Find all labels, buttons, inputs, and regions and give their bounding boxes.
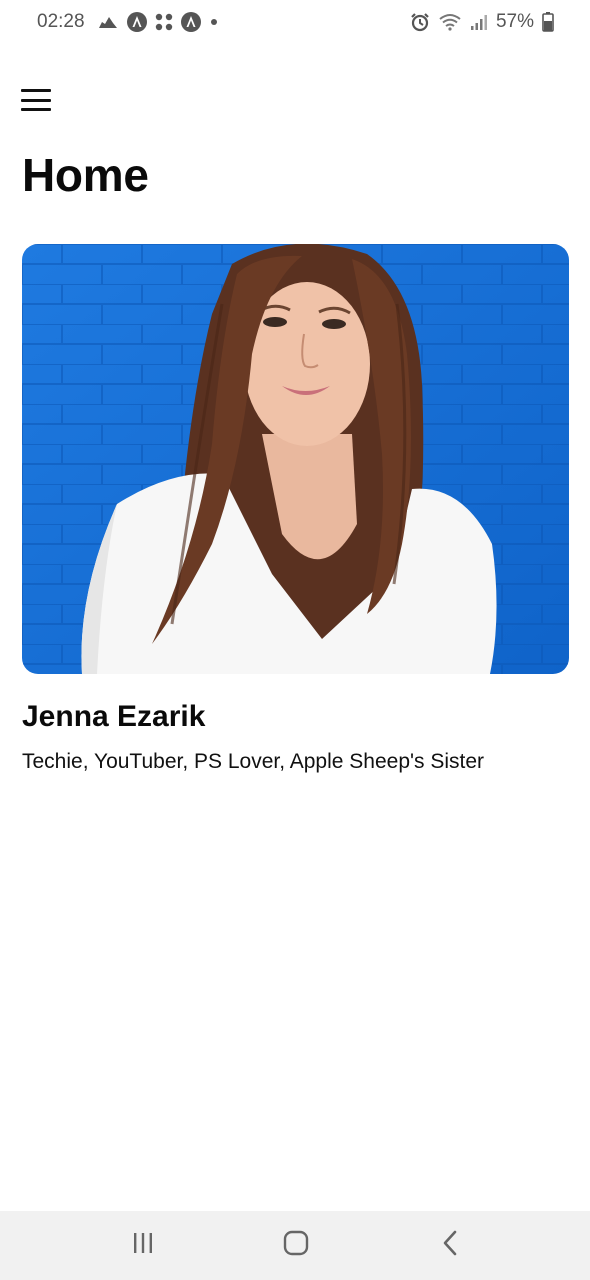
angular-icon: [126, 12, 147, 32]
status-left: 02:28: [37, 11, 219, 33]
menu-bar-line: [21, 89, 51, 92]
home-button[interactable]: [256, 1211, 336, 1280]
signal-icon: [470, 13, 488, 31]
back-button[interactable]: [410, 1211, 490, 1280]
profile-photo: [22, 244, 569, 674]
menu-button[interactable]: [20, 86, 52, 114]
status-time: 02:28: [37, 11, 85, 32]
battery-icon: [542, 12, 554, 32]
alarm-icon: [410, 12, 430, 32]
recent-apps-icon: [132, 1232, 154, 1259]
battery-percent: 57%: [495, 11, 534, 32]
status-bar: 02:28 57%: [0, 0, 590, 44]
page-title: Home: [22, 149, 149, 201]
recent-apps-button[interactable]: [103, 1211, 183, 1280]
angular-icon: [180, 12, 201, 32]
dot-icon: [209, 17, 219, 27]
profile-name: Jenna Ezarik: [22, 700, 206, 733]
cloud-icon: [97, 14, 119, 30]
back-icon: [441, 1230, 459, 1261]
menu-bar-line: [21, 108, 51, 111]
system-nav-bar: [0, 1211, 590, 1280]
menu-bar-line: [21, 98, 51, 102]
status-right: 57%: [410, 11, 554, 33]
dots-grid-icon: [155, 13, 173, 31]
home-icon: [283, 1230, 309, 1261]
profile-bio: Techie, YouTuber, PS Lover, Apple Sheep'…: [22, 750, 485, 773]
wifi-icon: [438, 13, 462, 31]
